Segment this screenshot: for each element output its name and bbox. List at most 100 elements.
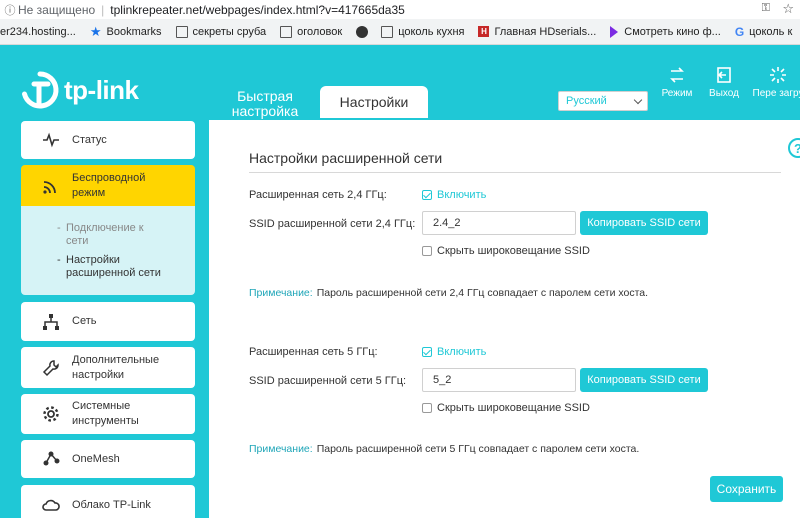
bookmark-label: цоколь к: [749, 25, 793, 38]
star-icon: ★: [89, 23, 102, 39]
wireless-submenu: - Подключение к сети - Настройки расшире…: [21, 206, 195, 295]
band5-enable-checkbox[interactable]: Включить: [422, 346, 486, 358]
reboot-icon: [770, 67, 786, 83]
logout-icon: [717, 67, 731, 83]
sidebar-item-label: OneMesh: [72, 452, 120, 465]
bookmark-label: Bookmarks: [106, 25, 162, 38]
security-label: Не защищено: [18, 2, 96, 17]
bookmark-star-icon[interactable]: ☆: [782, 1, 794, 17]
browser-url-bar[interactable]: ⓘ Не защищено | tplinkrepeater.net/webpa…: [0, 0, 800, 19]
tp-link-logo-icon: [22, 71, 59, 109]
wifi-icon: [43, 180, 56, 194]
url-separator: |: [101, 2, 105, 17]
folder-icon: [381, 25, 394, 38]
network-icon: [43, 313, 59, 330]
chevron-down-icon: [633, 95, 643, 105]
checkbox-empty-icon: [422, 246, 432, 256]
sidebar-item-onemesh[interactable]: OneMesh: [21, 440, 195, 478]
folder-icon: [175, 25, 188, 38]
submenu-label: Подключение к сети: [66, 222, 144, 247]
sidebar-item-label: Беспроводной режим: [72, 171, 146, 199]
sidebar-item-system-tools[interactable]: Системные инструменты: [21, 394, 195, 434]
submenu-item-connect[interactable]: - Подключение к сети: [57, 222, 146, 248]
sidebar-item-network[interactable]: Сеть: [21, 302, 195, 341]
band5-hide-ssid-checkbox[interactable]: Скрыть широковещание SSID: [422, 402, 590, 414]
submenu-item-extended[interactable]: - Настройки расширенной сети: [57, 254, 176, 280]
bookmark-label: оголовок: [297, 25, 343, 38]
band5-ssid-input[interactable]: [422, 368, 576, 392]
band24-note: Примечание: Пароль расширенной сети 2,4 Г…: [249, 287, 648, 299]
logout-label: Выход: [709, 88, 739, 99]
tp-link-logo[interactable]: tp-link: [20, 70, 139, 110]
mesh-icon: [43, 451, 60, 466]
info-icon[interactable]: ⓘ: [4, 2, 16, 18]
sidebar-item-wireless[interactable]: Беспроводной режим: [21, 165, 195, 206]
globe-icon: [356, 25, 369, 38]
mode-button[interactable]: Режим: [655, 66, 699, 99]
url-text[interactable]: tplinkrepeater.net/webpages/index.html?v…: [110, 3, 405, 17]
bookmark-label: секреты сруба: [192, 25, 267, 38]
bookmark-label: Смотреть кино ф...: [624, 25, 721, 38]
checkbox-label: Скрыть широковещание SSID: [437, 402, 590, 414]
checkbox-checked-icon: [422, 347, 432, 357]
bookmark-hdserials[interactable]: H Главная HDserials...: [478, 26, 596, 38]
bookmark-label: er234.hosting...: [0, 25, 76, 38]
language-select[interactable]: Русский: [558, 91, 648, 111]
mode-label: Режим: [661, 88, 693, 99]
save-button[interactable]: Сохранить: [710, 476, 783, 502]
dash-icon: -: [57, 254, 61, 266]
page-title: Настройки расширенной сети: [249, 150, 443, 166]
sidebar-item-label: Дополнительные настройки: [72, 353, 160, 381]
tab-settings[interactable]: Настройки: [320, 86, 428, 118]
band24-network-label: Расширенная сеть 2,4 ГГц:: [249, 189, 387, 201]
checkbox-checked-icon: [422, 190, 432, 200]
sidebar-item-status[interactable]: Статус: [21, 121, 195, 159]
band24-ssid-input[interactable]: [422, 211, 576, 235]
sidebar-item-advanced[interactable]: Дополнительные настройки: [21, 347, 195, 388]
bookmark-kino[interactable]: Смотреть кино ф...: [610, 25, 721, 38]
title-divider: [249, 172, 781, 173]
band5-ssid-label: SSID расширенной сети 5 ГГц:: [249, 375, 407, 387]
bookmark-label: цоколь кухня: [398, 25, 465, 38]
band24-ssid-label: SSID расширенной сети 2,4 ГГц:: [249, 218, 416, 230]
tab-quick-setup[interactable]: Быстрая настройка: [228, 89, 302, 119]
bookmark-google[interactable]: G цоколь к: [735, 25, 792, 39]
logo-text: tp-link: [64, 74, 139, 105]
note-text: Пароль расширенной сети 5 ГГц совпадает …: [316, 443, 640, 455]
bookmark-ogolovok[interactable]: оголовок: [280, 25, 343, 38]
main-panel: [209, 120, 800, 518]
cloud-icon: [42, 499, 60, 511]
language-value: Русский: [566, 95, 607, 107]
band24-enable-checkbox[interactable]: Включить: [422, 189, 486, 201]
pulse-icon: [43, 132, 59, 148]
key-icon[interactable]: ⚿: [762, 2, 770, 15]
reboot-button[interactable]: Пере загру: [752, 66, 800, 99]
play-icon: [610, 25, 619, 38]
reboot-label: Пере загру: [752, 88, 800, 99]
checkbox-label: Скрыть широковещание SSID: [437, 245, 590, 257]
bookmark-globe[interactable]: [356, 25, 373, 38]
band24-hide-ssid-checkbox[interactable]: Скрыть широковещание SSID: [422, 245, 590, 257]
bookmark-hosting[interactable]: er234.hosting...: [0, 26, 76, 38]
bookmark-tsokol[interactable]: цоколь кухня: [381, 25, 465, 38]
sidebar-item-cloud[interactable]: Облако TP-Link: [21, 485, 195, 518]
checkbox-label: Включить: [437, 189, 487, 201]
band24-copy-ssid-button[interactable]: Копировать SSID сети: [580, 211, 708, 235]
bookmark-bookmarks[interactable]: ★ Bookmarks: [90, 24, 162, 40]
band5-copy-ssid-button[interactable]: Копировать SSID сети: [580, 368, 708, 392]
mode-icon: [670, 67, 684, 83]
google-icon: G: [734, 24, 745, 39]
checkbox-empty-icon: [422, 403, 432, 413]
sidebar-item-label: Сеть: [72, 315, 97, 327]
note-key: Примечание:: [249, 287, 313, 299]
bookmarks-bar: er234.hosting... ★ Bookmarks секреты сру…: [0, 19, 800, 45]
wrench-icon: [42, 359, 59, 376]
logout-button[interactable]: Выход: [702, 66, 746, 99]
bookmark-label: Главная HDserials...: [494, 25, 597, 38]
folder-icon: [280, 25, 293, 38]
bookmark-sruba[interactable]: секреты сруба: [175, 25, 267, 38]
sidebar-item-label: Облако TP-Link: [72, 498, 151, 511]
note-key: Примечание:: [249, 443, 313, 455]
hd-icon: H: [478, 26, 490, 37]
sidebar-item-label: Системные инструменты: [72, 400, 139, 427]
